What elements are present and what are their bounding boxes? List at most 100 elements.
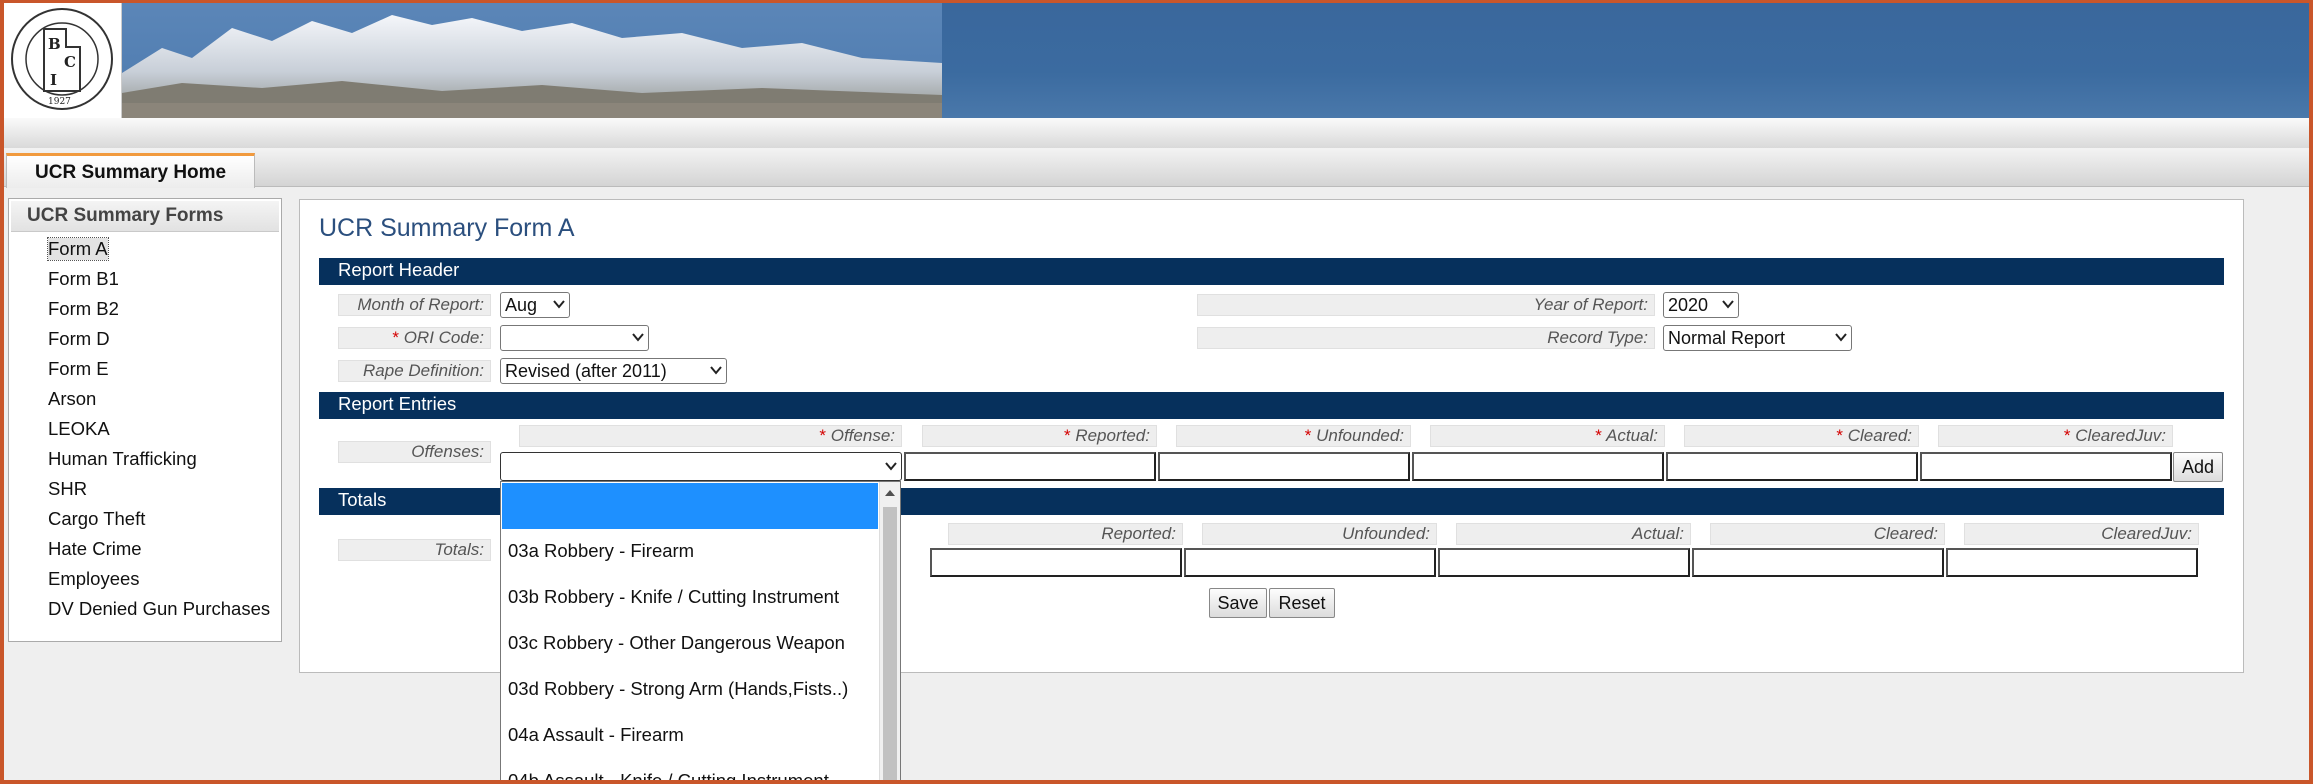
tab-ucr-summary-home[interactable]: UCR Summary Home (6, 153, 256, 188)
dropdown-option[interactable]: 03a Robbery - Firearm (508, 540, 694, 562)
bci-seal-logo: B C I 1927 (11, 8, 113, 110)
unfounded-col-text: Unfounded: (1316, 426, 1404, 445)
sidebar-title: UCR Summary Forms (11, 201, 279, 232)
record-type-value: Normal Report (1668, 328, 1786, 348)
offense-column-header: * Offense: (519, 425, 902, 447)
sidebar: UCR Summary Forms Form A Form B1 Form B2… (8, 198, 282, 642)
sidebar-item-form-b1[interactable]: Form B1 (48, 268, 119, 290)
reset-button[interactable]: Reset (1269, 588, 1335, 618)
chevron-down-icon (632, 333, 644, 342)
totals-clearedjuv-header: ClearedJuv: (1964, 523, 2199, 545)
required-marker: * (2063, 426, 2071, 445)
dropdown-option[interactable]: 03c Robbery - Other Dangerous Weapon (508, 632, 845, 654)
actual-input[interactable] (1412, 452, 1664, 481)
logo-container: B C I 1927 (4, 3, 122, 118)
dropdown-option[interactable]: 04b Assault - Knife / Cutting Instrument (508, 770, 829, 783)
totals-actual-header: Actual: (1456, 523, 1691, 545)
save-button[interactable]: Save (1209, 588, 1267, 618)
sidebar-item-leoka[interactable]: LEOKA (48, 418, 110, 440)
ori-code-select[interactable] (500, 325, 649, 351)
tab-bar: UCR Summary Home (4, 148, 2309, 188)
totals-cleared-input[interactable] (1692, 548, 1944, 577)
sidebar-item-form-a[interactable]: Form A (47, 237, 109, 261)
svg-text:I: I (50, 71, 57, 89)
required-marker: * (1304, 426, 1312, 445)
required-marker: * (1595, 426, 1602, 445)
site-banner: B C I 1927 (4, 3, 2309, 118)
totals-actual-input[interactable] (1438, 548, 1690, 577)
offense-select[interactable] (500, 452, 902, 481)
svg-text:1927: 1927 (48, 97, 71, 107)
sidebar-item-cargo-theft[interactable]: Cargo Theft (48, 508, 145, 530)
chevron-down-icon (885, 462, 897, 471)
ori-label: * ORI Code: (338, 327, 491, 349)
unfounded-column-header: * Unfounded: (1176, 425, 1411, 447)
totals-reported-header: Reported: (948, 523, 1183, 545)
sidebar-item-form-e[interactable]: Form E (48, 358, 109, 380)
year-label: Year of Report: (1197, 294, 1655, 316)
sidebar-item-arson[interactable]: Arson (48, 388, 96, 410)
add-button[interactable]: Add (2173, 452, 2223, 482)
totals-unfounded-header: Unfounded: (1202, 523, 1437, 545)
scrollbar-thumb[interactable] (883, 507, 897, 783)
sidebar-item-form-b2[interactable]: Form B2 (48, 298, 119, 320)
dropdown-option[interactable]: 03d Robbery - Strong Arm (Hands,Fists..) (508, 678, 848, 700)
chevron-down-icon (1722, 300, 1734, 309)
rape-definition-label: Rape Definition: (338, 360, 491, 382)
record-type-select[interactable]: Normal Report (1663, 325, 1852, 351)
dropdown-option-empty-highlighted[interactable] (502, 483, 878, 529)
month-select[interactable]: Aug (500, 292, 570, 318)
totals-reported-input[interactable] (930, 548, 1182, 577)
cleared-input[interactable] (1666, 452, 1918, 481)
actual-col-text: Actual: (1606, 426, 1658, 445)
record-type-label: Record Type: (1197, 327, 1655, 349)
required-marker: * (819, 426, 826, 445)
rape-definition-select[interactable]: Revised (after 2011) (500, 358, 727, 384)
mountain-banner-image (122, 3, 942, 118)
reported-input[interactable] (904, 452, 1156, 481)
report-entries-bar: Report Entries (319, 392, 2224, 419)
dropdown-option[interactable]: 03b Robbery - Knife / Cutting Instrument (508, 586, 839, 608)
sidebar-item-shr[interactable]: SHR (48, 478, 87, 500)
year-value: 2020 (1668, 295, 1709, 315)
sidebar-item-employees[interactable]: Employees (48, 568, 140, 590)
totals-label: Totals: (338, 539, 491, 561)
dropdown-scrollbar[interactable] (879, 482, 900, 783)
dropdown-option[interactable]: 04a Assault - Firearm (508, 724, 684, 746)
svg-text:B: B (48, 35, 61, 53)
report-header-bar: Report Header (319, 258, 2224, 285)
header-band (4, 118, 2309, 148)
sidebar-item-dv-denied-gun-purchases[interactable]: DV Denied Gun Purchases (48, 598, 270, 620)
svg-text:C: C (64, 53, 76, 71)
month-label: Month of Report: (338, 294, 491, 316)
rape-definition-value: Revised (after 2011) (505, 361, 667, 381)
required-marker: * (1836, 426, 1843, 445)
page-title: UCR Summary Form A (319, 214, 575, 242)
totals-clearedjuv-input[interactable] (1946, 548, 2198, 577)
offense-col-text: Offense: (830, 426, 895, 445)
cleared-column-header: * Cleared: (1684, 425, 1919, 447)
chevron-down-icon (553, 300, 565, 309)
year-select[interactable]: 2020 (1663, 292, 1739, 318)
sidebar-item-human-trafficking[interactable]: Human Trafficking (48, 448, 197, 470)
totals-unfounded-input[interactable] (1184, 548, 1436, 577)
offense-dropdown-list: 03a Robbery - Firearm 03b Robbery - Knif… (500, 481, 901, 784)
ori-label-text: ORI Code: (403, 328, 484, 347)
cleared-col-text: Cleared: (1847, 426, 1912, 445)
sidebar-item-hate-crime[interactable]: Hate Crime (48, 538, 142, 560)
required-marker: * (1063, 426, 1071, 445)
reported-column-header: * Reported: (922, 425, 1157, 447)
scroll-up-arrow-icon[interactable] (885, 490, 895, 496)
clearedjuv-column-header: * ClearedJuv: (1938, 425, 2173, 447)
chevron-down-icon (710, 366, 722, 375)
offenses-label: Offenses: (338, 441, 491, 463)
unfounded-input[interactable] (1158, 452, 1410, 481)
clearedjuv-col-text: ClearedJuv: (2075, 426, 2166, 445)
clearedjuv-input[interactable] (1920, 452, 2172, 481)
reported-col-text: Reported: (1075, 426, 1150, 445)
sidebar-item-form-d[interactable]: Form D (48, 328, 110, 350)
totals-cleared-header: Cleared: (1710, 523, 1945, 545)
month-value: Aug (505, 295, 538, 315)
chevron-down-icon (1835, 333, 1847, 342)
required-marker: * (392, 328, 399, 347)
